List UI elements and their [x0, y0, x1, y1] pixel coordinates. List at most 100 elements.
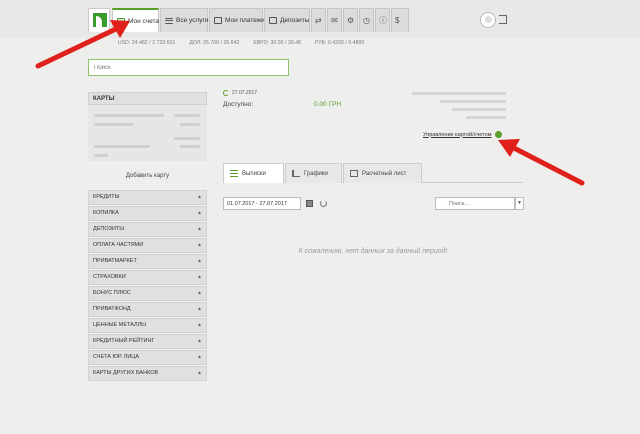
sidebar-item-label: СЧЕТА ЮР. ЛИЦА [93, 354, 140, 361]
available-label: Доступно: [223, 101, 254, 108]
list-icon [165, 17, 173, 24]
sidebar-item-label: КРЕДИТНЫЙ РЕЙТИНГ [93, 338, 155, 345]
transfer-icon: ⇄ [315, 15, 322, 25]
tab-transfer[interactable]: ⇄ [311, 8, 326, 32]
sidebar-item-privatmarket[interactable]: ПРИВАТМАРКЕТ ▲ [88, 254, 207, 269]
chevron-up-icon: ▲ [197, 242, 202, 249]
sidebar-menu: КРЕДИТЫ ▲ КОПИЛКА ▲ ДЕПОЗИТЫ ▲ ОПЛАТА ЧАСТЯ… [88, 190, 207, 382]
annotation-arrow-tab [35, 20, 130, 69]
chevron-up-icon: ▲ [197, 306, 202, 313]
cash-icon: $ [395, 15, 400, 25]
sidebar-item-label: ОПЛАТА ЧАСТЯМИ [93, 242, 144, 249]
avatar[interactable] [480, 12, 496, 28]
tab-settings[interactable]: ⚙ [343, 8, 358, 32]
blurred-card-line [174, 114, 200, 117]
sidebar-item-label: КРЕДИТЫ [93, 194, 120, 201]
sidebar-item-label: ПРИВАТФОНД [93, 306, 131, 313]
sidebar-item-deposits[interactable]: ДЕПОЗИТЫ ▲ [88, 222, 207, 237]
bar-chart-icon [292, 170, 300, 177]
calendar-icon[interactable] [306, 200, 313, 207]
tab-label: Мои платежи [225, 17, 265, 24]
payslip-icon [350, 170, 358, 177]
refresh-icon[interactable] [223, 90, 229, 96]
tab-label: Графики [304, 170, 328, 177]
gear-icon: ⚙ [347, 15, 355, 25]
rate-euro: ЕВРО: 30.00 / 30.48 [253, 40, 302, 46]
chevron-up-icon: ▲ [197, 274, 202, 281]
blurred-account-line [412, 92, 506, 95]
blurred-card-line [94, 114, 164, 117]
tab-payslip[interactable]: Расчетный лист [343, 163, 422, 183]
sidebar-item-label: ПРИВАТМАРКЕТ [93, 258, 137, 265]
sidebar-item-precious-metals[interactable]: ЦЕННЫЕ МЕТАЛЛЫ ▲ [88, 318, 207, 333]
cards-list[interactable] [88, 105, 207, 161]
tab-label: Расчетный лист [362, 170, 407, 177]
chevron-up-icon: ▲ [197, 210, 202, 217]
chevron-up-icon: ▲ [197, 290, 202, 297]
tab-label: Все услуги [176, 17, 209, 24]
sidebar-item-credit-rating[interactable]: КРЕДИТНЫЙ РЕЙТИНГ ▲ [88, 334, 207, 349]
tab-info[interactable]: ⓘ [375, 8, 390, 32]
content-tabs: Выписки Графики Расчетный лист [223, 163, 523, 183]
tab-cash[interactable]: $ [391, 8, 409, 32]
empty-state-message: К сожалению, нет данных за данный период… [298, 248, 448, 255]
blurred-account-line [440, 100, 506, 103]
tab-deposits[interactable]: Депозиты [264, 8, 310, 32]
info-icon: ⓘ [379, 15, 387, 25]
tab-mail[interactable]: ✉ [327, 8, 342, 32]
tab-history[interactable]: ◷ [359, 8, 374, 32]
list-icon [230, 170, 238, 177]
tab-statements[interactable]: Выписки [223, 163, 284, 183]
sidebar-item-business-accounts[interactable]: СЧЕТА ЮР. ЛИЦА ▲ [88, 350, 207, 365]
clock-icon: ◷ [363, 15, 370, 25]
deposit-icon [269, 17, 277, 24]
exchange-rates: USD: 24.482 / 2 723.601 ДОЛ: 26.700 / 26… [118, 40, 364, 46]
account-date-value: 27.07.2017 [232, 90, 258, 96]
chevron-up-icon: ▲ [197, 194, 202, 201]
available-currency: ГРН [328, 101, 342, 108]
payments-icon [214, 17, 222, 24]
sidebar-item-label: КОПИЛКА [93, 210, 119, 217]
sidebar-item-label: КАРТЫ ДРУГИХ БАНКОВ [93, 370, 159, 377]
annotation-arrow-manage [498, 139, 585, 186]
chevron-up-icon: ▲ [197, 258, 202, 265]
manage-card-label: Управление картой/счетом [423, 131, 492, 138]
sidebar-item-label: ДЕПОЗИТЫ [93, 226, 125, 233]
sidebar-item-bonus-plus[interactable]: БОНУС ПЛЮС ▲ [88, 286, 207, 301]
tab-label: Депозиты [280, 17, 310, 24]
sidebar-item-privatfond[interactable]: ПРИВАТФОНД ▲ [88, 302, 207, 317]
chevron-up-icon: ▲ [197, 322, 202, 329]
refresh-icon[interactable] [320, 200, 327, 207]
blurred-card-line [180, 123, 200, 126]
blurred-card-line [180, 145, 200, 148]
sidebar-item-insurance[interactable]: СТРАХОВКИ ▲ [88, 270, 207, 285]
mail-icon: ✉ [331, 15, 338, 25]
chevron-up-icon: ▲ [197, 226, 202, 233]
account-date: 27.07.2017 [223, 90, 257, 96]
sidebar-item-piggy-bank[interactable]: КОПИЛКА ▲ [88, 206, 207, 221]
cards-section-title: КАРТЫ [88, 92, 207, 105]
sidebar-item-credits[interactable]: КРЕДИТЫ ▲ [88, 190, 207, 205]
date-range-input[interactable]: 01.07.2017 - 27.07.2017 [223, 197, 301, 210]
logout-icon[interactable] [499, 15, 507, 24]
statement-search-input[interactable] [435, 197, 515, 210]
chevron-up-icon: ▲ [197, 370, 202, 377]
blurred-card-line [174, 137, 200, 140]
sidebar-item-label: БОНУС ПЛЮС [93, 290, 131, 297]
sidebar-item-installments[interactable]: ОПЛАТА ЧАСТЯМИ ▲ [88, 238, 207, 253]
blurred-card-line [94, 145, 150, 148]
available-balance: 0.00 ГРН [314, 101, 341, 108]
sidebar-item-label: СТРАХОВКИ [93, 274, 126, 281]
sidebar-item-other-bank-cards[interactable]: КАРТЫ ДРУГИХ БАНКОВ ▲ [88, 366, 207, 381]
tab-all-services[interactable]: Все услуги [160, 8, 208, 32]
chevron-up-icon: ▲ [197, 338, 202, 345]
add-card-link[interactable]: Добавить карту [88, 173, 207, 179]
blurred-account-line [452, 108, 506, 111]
tab-my-payments[interactable]: Мои платежи [209, 8, 265, 32]
chevron-down-icon[interactable]: ▼ [515, 197, 524, 210]
tab-label: Выписки [242, 170, 266, 177]
chevron-up-icon: ▲ [197, 354, 202, 361]
blurred-account-line [466, 116, 506, 119]
tab-charts[interactable]: Графики [285, 163, 342, 183]
available-amount: 0.00 [314, 101, 327, 108]
